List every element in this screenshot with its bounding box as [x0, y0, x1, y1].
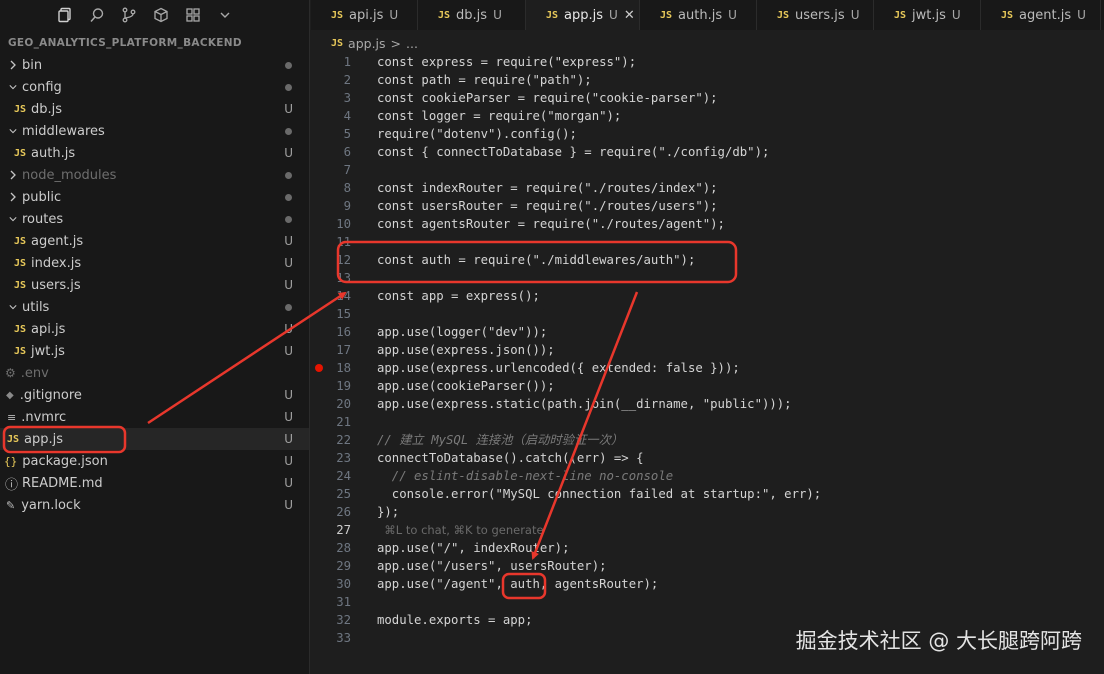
annotation-arrow-to-usage [531, 291, 639, 560]
annotation-arrow-to-require [147, 291, 347, 425]
annotation-box-app-js [2, 425, 127, 454]
annotation-box-auth-require [336, 240, 738, 284]
annotation-overlay [2, 240, 738, 600]
annotation-box-auth-usage [501, 572, 547, 600]
